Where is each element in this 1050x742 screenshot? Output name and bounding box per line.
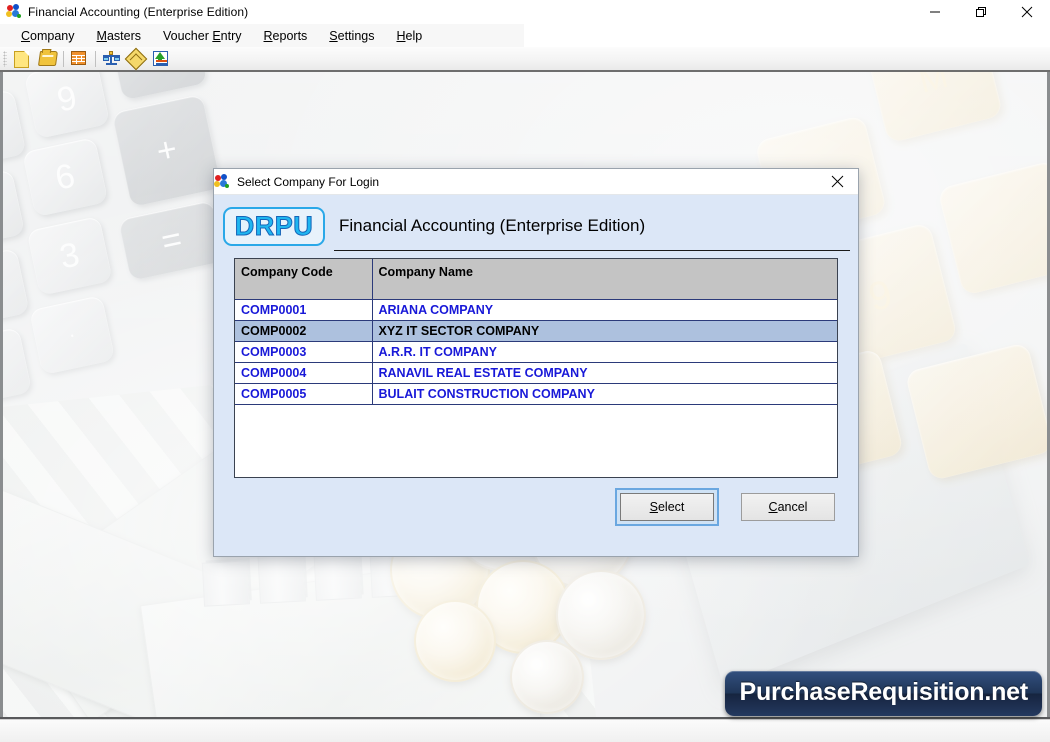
company-table: Company Code Company Name COMP0001 ARIAN… (235, 259, 837, 405)
report-export-icon[interactable] (151, 49, 172, 69)
cancel-button[interactable]: Cancel (741, 493, 835, 521)
close-icon[interactable] (816, 169, 858, 194)
table-header-row: Company Code Company Name (235, 259, 837, 300)
select-button-accel: S (649, 500, 658, 514)
workspace-left-edge (0, 72, 3, 720)
cell-company-code: COMP0003 (235, 341, 373, 363)
watermark-badge: PurchaseRequisition.net (725, 671, 1042, 716)
minimize-icon[interactable] (912, 0, 958, 24)
cell-company-name: ARIANA COMPANY (372, 299, 837, 321)
cancel-button-label: ancel (777, 500, 808, 514)
menu-item-label: ntry (220, 28, 242, 43)
select-button[interactable]: Select (620, 493, 714, 521)
open-folder-icon[interactable] (37, 49, 58, 69)
menu-item-label: ompany (30, 28, 75, 43)
table-row[interactable]: COMP0003 A.R.R. IT COMPANY (235, 341, 837, 363)
window-title: Financial Accounting (Enterprise Edition… (28, 5, 249, 19)
cancel-button-accel: C (768, 500, 778, 514)
menu-item-label: asters (106, 28, 141, 43)
dialog-body: Company Code Company Name COMP0001 ARIAN… (214, 258, 858, 556)
dialog-title: Select Company For Login (237, 174, 380, 189)
toolbar-separator (95, 50, 96, 67)
menubar: Company Masters Voucher Entry Reports Se… (0, 24, 1050, 47)
app-logo-icon (6, 4, 22, 20)
dialog-titlebar: Select Company For Login (214, 169, 858, 195)
window-controls (912, 0, 1050, 24)
dialog-branding-header: DRPU Financial Accounting (Enterprise Ed… (214, 195, 858, 258)
menu-item-label: elp (405, 28, 423, 43)
select-button-focus-ring: Select (615, 488, 719, 526)
menu-item-label-pre: Voucher (162, 28, 213, 43)
dialog-button-bar: Select Cancel (234, 478, 838, 536)
ledger-book-icon[interactable] (124, 47, 147, 70)
window-titlebar: Financial Accounting (Enterprise Edition… (0, 0, 1050, 25)
close-icon[interactable] (1004, 0, 1050, 24)
drpu-logo-text: DRPU (234, 211, 314, 242)
cell-company-code: COMP0004 (235, 362, 373, 384)
table-row-selected[interactable]: COMP0002 XYZ IT SECTOR COMPANY (235, 320, 837, 342)
cell-company-name: BULAIT CONSTRUCTION COMPANY (372, 383, 837, 405)
drpu-logo: DRPU (223, 207, 325, 246)
dialog-product-name: Financial Accounting (Enterprise Edition… (339, 215, 646, 235)
cell-company-name: RANAVIL REAL ESTATE COMPANY (372, 362, 837, 384)
balance-scale-icon[interactable] (101, 49, 122, 69)
statusbar (0, 719, 1050, 742)
toolbar (0, 47, 1050, 72)
column-header-company-name[interactable]: Company Name (372, 259, 837, 300)
header-divider (334, 250, 850, 251)
menu-item-masters[interactable]: Masters (86, 27, 152, 45)
menu-item-label: eports (272, 28, 308, 43)
cell-company-name: A.R.R. IT COMPANY (372, 341, 837, 363)
menu-accel: C (21, 28, 31, 43)
new-page-icon[interactable] (12, 49, 33, 69)
toolbar-grip[interactable] (3, 50, 7, 67)
app-logo-icon (214, 173, 230, 190)
menu-accel: E (212, 28, 221, 43)
table-row[interactable]: COMP0005 BULAIT CONSTRUCTION COMPANY (235, 383, 837, 405)
restore-icon[interactable] (958, 0, 1004, 24)
menu-item-reports[interactable]: Reports (253, 27, 319, 45)
menu-item-voucher-entry[interactable]: Voucher Entry (152, 27, 253, 45)
menu-item-company[interactable]: Company (10, 27, 86, 45)
menu-accel: S (329, 28, 338, 43)
menu-accel: H (396, 28, 406, 43)
menu-accel: M (96, 28, 107, 43)
menu-item-help[interactable]: Help (385, 27, 433, 45)
application-window: Financial Accounting (Enterprise Edition… (0, 0, 1050, 742)
table-row[interactable]: COMP0004 RANAVIL REAL ESTATE COMPANY (235, 362, 837, 384)
cell-company-code: COMP0001 (235, 299, 373, 321)
select-company-dialog: Select Company For Login DRPU Financial … (213, 168, 859, 557)
company-list-grid[interactable]: Company Code Company Name COMP0001 ARIAN… (234, 258, 838, 478)
toolbar-separator (63, 50, 64, 67)
table-row[interactable]: COMP0001 ARIANA COMPANY (235, 299, 837, 321)
menu-item-label: ettings (337, 28, 375, 43)
menu-item-settings[interactable]: Settings (318, 27, 385, 45)
cell-company-code: COMP0002 (235, 320, 373, 342)
table-grid-icon[interactable] (69, 49, 90, 69)
cell-company-code: COMP0005 (235, 383, 373, 405)
column-header-company-code[interactable]: Company Code (235, 259, 373, 300)
cell-company-name: XYZ IT SECTOR COMPANY (372, 320, 837, 342)
select-button-label: elect (657, 500, 685, 514)
menu-accel: R (263, 28, 273, 43)
